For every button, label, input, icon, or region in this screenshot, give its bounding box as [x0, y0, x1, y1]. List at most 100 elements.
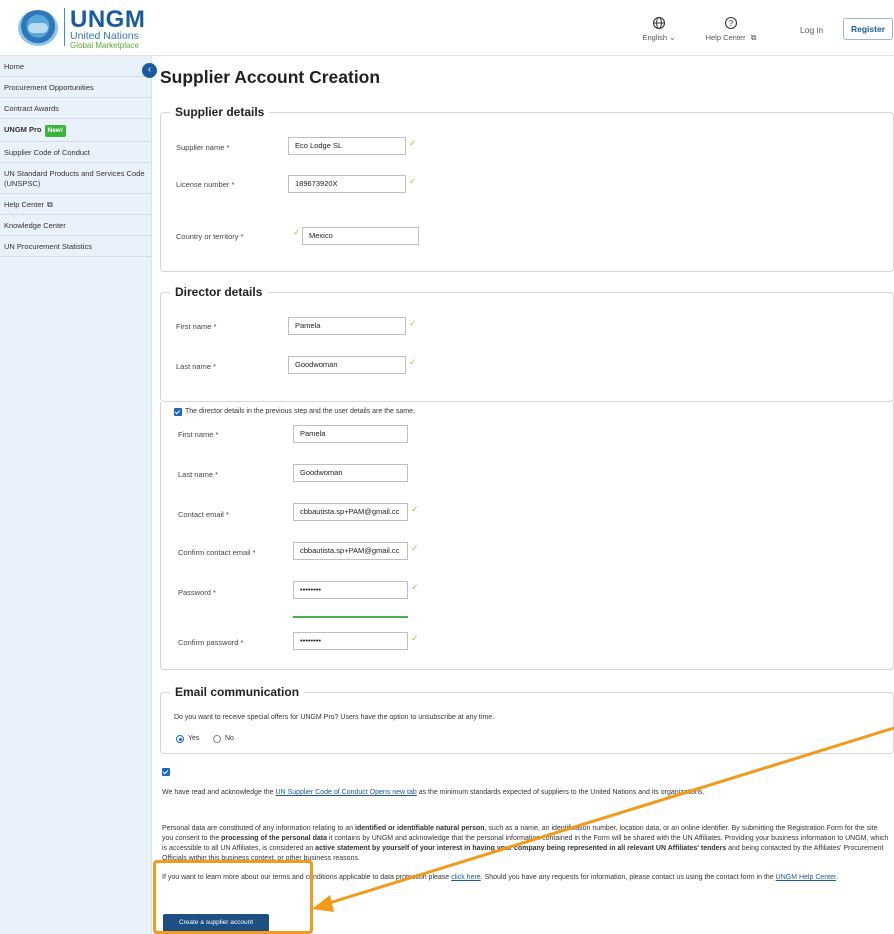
same-details-checkbox[interactable]: [174, 408, 182, 416]
code-of-conduct-link[interactable]: UN Supplier Code of Conduct Opens new ta…: [276, 789, 417, 796]
director-last-name-input[interactable]: Goodwoman: [288, 356, 406, 374]
valid-check-icon: ✓: [411, 504, 419, 514]
notice-text: Personal data are constituted of any inf…: [162, 825, 356, 832]
external-link-icon: ⧉: [750, 33, 757, 42]
password-input[interactable]: ••••••••: [293, 581, 408, 599]
sidebar-item-label: Help Center: [4, 200, 45, 209]
yes-label: Yes: [188, 735, 200, 742]
user-last-name-input[interactable]: Goodwoman: [293, 464, 408, 482]
personal-data-notice: Personal data are constituted of any inf…: [162, 824, 890, 864]
logo-divider: [64, 8, 65, 46]
user-details-section: [160, 402, 894, 670]
contact-email-input[interactable]: cbbautista.sp+PAM@gmail.cc: [293, 503, 408, 521]
sidebar-item-help-center[interactable]: Help Center ⧉: [0, 194, 151, 215]
confirm-email-input[interactable]: cbbautista.sp+PAM@gmail.cc: [293, 542, 408, 560]
valid-check-icon: ✓: [411, 582, 419, 592]
un-emblem-logo[interactable]: [18, 10, 58, 46]
supplier-details-heading: Supplier details: [170, 105, 270, 119]
notice-text: . Should you have any requests for infor…: [480, 874, 776, 881]
sidebar-item-ungm-pro[interactable]: UNGM Pro New!: [0, 119, 151, 142]
email-communication-heading: Email communication: [170, 685, 305, 699]
user-first-name-input[interactable]: Pamela: [293, 425, 408, 443]
login-link[interactable]: Log in: [800, 25, 823, 35]
valid-check-icon: ✓: [409, 176, 417, 186]
external-link-icon: ⧉: [47, 200, 53, 209]
sidebar-item-supplier-code[interactable]: Supplier Code of Conduct: [0, 142, 151, 163]
sidebar-item-knowledge-center[interactable]: Knowledge Center: [0, 215, 151, 236]
offers-question: Do you want to receive special offers fo…: [174, 714, 495, 721]
sidebar-item-label: Home: [4, 62, 25, 71]
sidebar-item-procurement-opportunities[interactable]: Procurement Opportunities: [0, 77, 151, 98]
new-badge: New!: [44, 125, 67, 137]
password-label: Password *: [178, 588, 216, 597]
chevron-down-icon: ⌄: [669, 33, 676, 42]
ack-suffix: as the minimum standards expected of sup…: [416, 789, 705, 796]
help-center-link[interactable]: UNGM Help Center: [776, 874, 836, 881]
country-label: Country or territory *: [176, 232, 244, 241]
top-bar: UNGM United Nations Global Marketplace E…: [0, 0, 894, 56]
no-label: No: [225, 735, 234, 742]
question-circle-icon: ?: [724, 16, 738, 30]
arrow-head-icon: [312, 895, 334, 912]
contact-email-label: Contact email *: [178, 510, 229, 519]
sidebar-item-label: UN Standard Products and Services Code (…: [4, 169, 145, 188]
confirm-email-label: Confirm contact email *: [178, 548, 256, 557]
sidebar-item-label: Contract Awards: [4, 104, 59, 113]
notice-bold: identified or identifiable natural perso…: [355, 825, 485, 832]
email-communication-section: [160, 692, 894, 754]
sidebar-item-statistics[interactable]: UN Procurement Statistics: [0, 236, 151, 257]
confirm-password-label: Confirm password *: [178, 638, 244, 647]
sidebar-item-contract-awards[interactable]: Contract Awards: [0, 98, 151, 119]
sidebar: Home Procurement Opportunities Contract …: [0, 56, 152, 934]
ack-prefix: We have read and acknowledge the: [162, 789, 276, 796]
user-last-name-label: Last name *: [178, 470, 219, 479]
supplier-name-input[interactable]: Eco Lodge SL: [288, 137, 406, 155]
supplier-name-label: Supplier name *: [176, 143, 230, 152]
page-title: Supplier Account Creation: [160, 67, 381, 87]
yes-radio[interactable]: [176, 735, 184, 743]
register-button[interactable]: Register: [843, 18, 893, 40]
sidebar-item-label: Knowledge Center: [4, 221, 66, 230]
collapse-sidebar-button[interactable]: ‹: [142, 63, 157, 78]
language-selector[interactable]: English ⌄: [633, 16, 685, 42]
brand-tagline: Global Marketplace: [70, 41, 139, 50]
sidebar-item-unspsc[interactable]: UN Standard Products and Services Code (…: [0, 163, 151, 194]
password-strength-bar: [293, 616, 408, 618]
confirm-password-input[interactable]: ••••••••: [293, 632, 408, 650]
sidebar-item-label: Procurement Opportunities: [4, 83, 94, 92]
help-center-link[interactable]: ? Help Center ⧉: [700, 16, 762, 43]
director-details-section: [160, 292, 894, 402]
valid-check-icon: ✓: [411, 633, 419, 643]
code-of-conduct-checkbox[interactable]: [162, 768, 170, 776]
sidebar-item-label: UNGM Pro: [4, 125, 42, 134]
same-details-label: The director details in the previous ste…: [185, 408, 415, 415]
valid-check-icon: ✓: [409, 318, 417, 328]
valid-check-icon: ✓: [409, 138, 417, 148]
language-label: English: [642, 33, 668, 42]
license-number-input[interactable]: 189673920X: [288, 175, 406, 193]
globe-icon: [652, 16, 666, 30]
license-number-label: License number *: [176, 180, 235, 189]
valid-check-icon: ✓: [293, 227, 301, 237]
valid-check-icon: ✓: [411, 543, 419, 553]
chevron-left-icon: ‹: [147, 64, 152, 75]
create-supplier-account-button[interactable]: Create a supplier account: [163, 914, 269, 932]
user-first-name-label: First name *: [178, 430, 219, 439]
notice-text: If you want to learn more about our term…: [162, 874, 452, 881]
no-radio[interactable]: [213, 735, 221, 743]
data-protection-link[interactable]: click here: [451, 874, 481, 881]
data-protection-notice: If you want to learn more about our term…: [162, 873, 890, 883]
sidebar-item-label: Supplier Code of Conduct: [4, 148, 90, 157]
sidebar-item-home[interactable]: Home: [0, 56, 151, 77]
supplier-details-section: [160, 112, 894, 272]
director-last-name-label: Last name *: [176, 362, 217, 371]
sidebar-item-label: UN Procurement Statistics: [4, 242, 92, 251]
notice-bold: processing of the personal data: [221, 835, 327, 842]
director-first-name-input[interactable]: Pamela: [288, 317, 406, 335]
director-first-name-label: First name *: [176, 322, 217, 331]
notice-bold: active statement by yourself of your int…: [315, 845, 727, 852]
country-select[interactable]: Mexico: [302, 227, 419, 245]
director-details-heading: Director details: [170, 285, 268, 299]
help-center-label: Help Center: [705, 33, 746, 42]
code-of-conduct-statement: We have read and acknowledge the UN Supp…: [162, 788, 888, 798]
